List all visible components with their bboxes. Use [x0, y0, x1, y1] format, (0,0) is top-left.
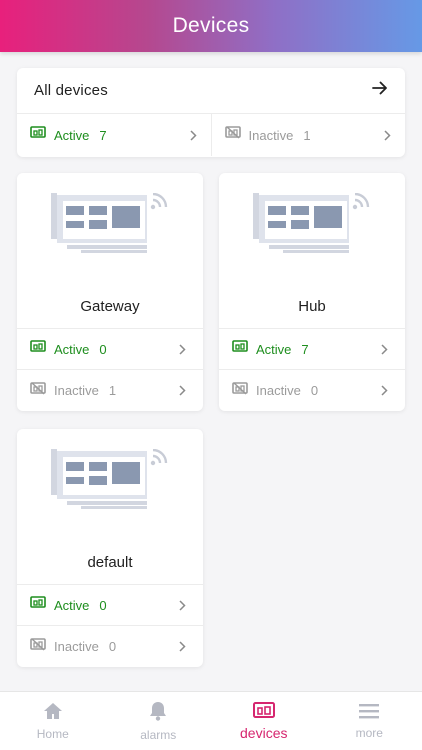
inactive-count: 1 — [303, 127, 311, 143]
group-name: Hub — [219, 285, 405, 329]
active-count: 7 — [99, 127, 107, 143]
home-icon — [42, 701, 64, 724]
group-inactive-row[interactable]: Inactive 1 — [17, 370, 203, 411]
active-label: Active — [54, 597, 90, 613]
tab-devices[interactable]: devices — [211, 692, 317, 750]
tab-more[interactable]: more — [317, 692, 422, 750]
app-header: Devices — [0, 0, 422, 52]
all-active-row[interactable]: Active 7 — [17, 114, 212, 156]
bell-icon — [148, 700, 168, 725]
chevron-right-icon — [381, 343, 388, 355]
chevron-right-icon — [179, 385, 186, 396]
inactive-device-icon — [232, 381, 248, 400]
device-illustration — [17, 173, 203, 285]
inactive-count: 0 — [108, 639, 117, 654]
device-board-icon — [253, 193, 370, 253]
all-devices-label: All devices — [34, 82, 108, 99]
all-devices-link[interactable]: All devices — [17, 68, 405, 114]
active-device-icon — [30, 126, 46, 144]
device-group-card[interactable]: default Active 0 Inactive 0 — [17, 429, 203, 667]
tab-label: alarms — [140, 728, 177, 742]
active-label: Active — [256, 341, 292, 357]
inactive-device-icon — [30, 381, 46, 400]
active-count: 0 — [99, 597, 107, 613]
active-device-icon — [30, 340, 46, 358]
all-devices-card: All devices Active 7 Inactive 1 — [17, 68, 405, 157]
inactive-label: Inactive — [54, 383, 99, 398]
inactive-device-icon — [224, 126, 241, 144]
tab-home[interactable]: Home — [0, 692, 106, 750]
active-count: 7 — [301, 341, 309, 357]
device-group-card[interactable]: Hub Active 7 Inactive 0 — [219, 173, 405, 411]
tab-label: more — [355, 726, 383, 740]
page-title: Devices — [172, 14, 250, 37]
inactive-device-icon — [30, 637, 46, 656]
chevron-right-icon — [381, 385, 388, 396]
group-active-row[interactable]: Active 0 — [17, 329, 203, 370]
chevron-right-icon — [384, 129, 391, 141]
group-inactive-row[interactable]: Inactive 0 — [219, 370, 405, 411]
active-label: Active — [54, 127, 90, 143]
inactive-label: Inactive — [256, 383, 301, 398]
device-group-card[interactable]: Gateway Active 0 Inactive 1 — [17, 173, 203, 411]
group-name: Gateway — [17, 285, 203, 329]
menu-icon — [358, 702, 380, 723]
tab-label: devices — [240, 725, 288, 741]
chevron-right-icon — [179, 641, 186, 652]
active-count: 0 — [99, 341, 107, 357]
device-illustration — [219, 173, 405, 285]
inactive-count: 1 — [108, 383, 117, 398]
chevron-right-icon — [189, 129, 197, 141]
device-board-icon — [51, 193, 168, 253]
active-device-icon — [30, 596, 46, 614]
active-label: Active — [54, 341, 90, 357]
arrow-right-icon — [372, 81, 388, 100]
group-active-row[interactable]: Active 7 — [219, 329, 405, 370]
bottom-tab-bar: Home alarms devices more — [0, 691, 422, 750]
device-board-icon — [51, 449, 168, 509]
group-name: default — [17, 541, 203, 585]
device-illustration — [17, 429, 203, 541]
inactive-label: Inactive — [248, 127, 294, 143]
inactive-count: 0 — [310, 383, 319, 398]
chevron-right-icon — [179, 343, 186, 355]
active-device-icon — [232, 340, 248, 358]
tab-label: Home — [36, 727, 69, 741]
tab-alarms[interactable]: alarms — [106, 692, 212, 750]
inactive-label: Inactive — [54, 639, 99, 654]
all-inactive-row[interactable]: Inactive 1 — [212, 114, 406, 156]
devices-icon — [252, 701, 276, 722]
group-active-row[interactable]: Active 0 — [17, 585, 203, 626]
group-inactive-row[interactable]: Inactive 0 — [17, 626, 203, 667]
chevron-right-icon — [179, 599, 186, 611]
